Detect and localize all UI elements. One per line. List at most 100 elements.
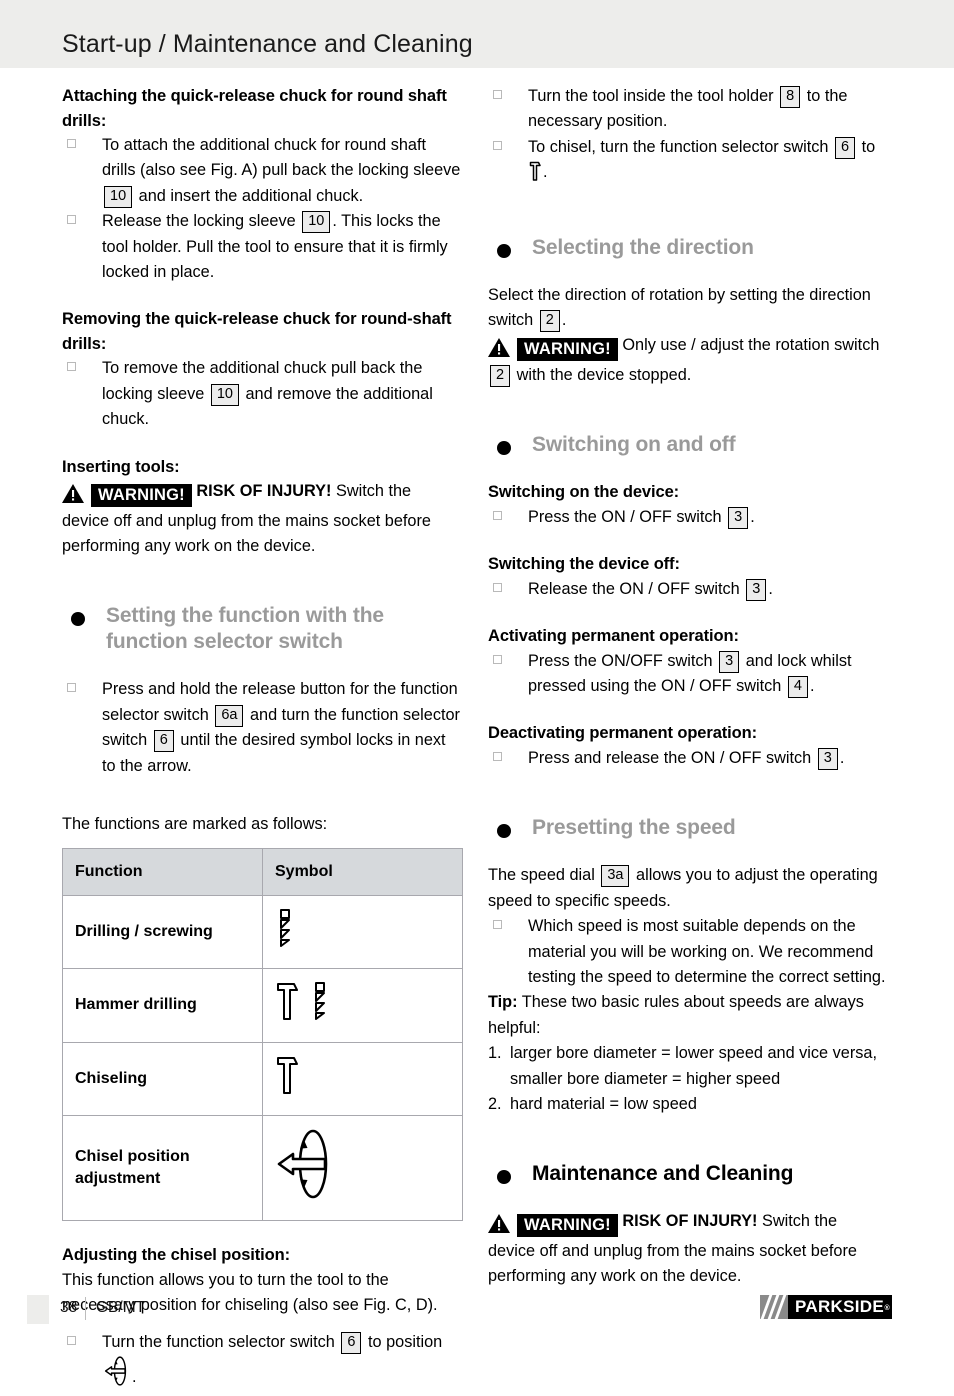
- part-ref-badge: 3: [817, 747, 838, 770]
- square-bullet-icon: [67, 683, 76, 693]
- part-ref-badge: 3: [728, 506, 749, 529]
- rule-number: 1.: [488, 1044, 502, 1063]
- square-bullet-icon: [493, 751, 502, 761]
- list-item: Release the locking sleeve 10. This lock…: [62, 209, 462, 285]
- switching-off-list: Release the ON / OFF switch 3.: [488, 577, 888, 602]
- warning-triangle-icon: [62, 484, 84, 504]
- table-cell-function: Chiseling: [62, 1041, 263, 1117]
- part-ref-badge: 3: [719, 650, 740, 673]
- chisel-icon: [528, 160, 543, 190]
- inserting-tools-heading: Inserting tools:: [62, 457, 180, 476]
- list-item: Press and release the ON / OFF switch 3.: [488, 746, 888, 771]
- table-cell-symbol: [262, 968, 463, 1043]
- table-header-function: Function: [62, 848, 263, 896]
- page-title: Start-up / Maintenance and Cleaning: [62, 30, 473, 58]
- part-ref-badge: 6a: [215, 704, 244, 727]
- square-bullet-icon: [67, 215, 76, 225]
- rule-text: larger bore diameter = lower speed and v…: [510, 1044, 877, 1088]
- list-item: Press the ON / OFF switch 3.: [488, 505, 888, 530]
- adjusting-chisel-heading: Adjusting the chisel position:: [62, 1246, 291, 1265]
- square-bullet-icon: [493, 90, 502, 99]
- table-cell-symbol: [262, 894, 463, 970]
- tip-label: Tip:: [488, 993, 518, 1012]
- tool-position-list: Turn the tool inside the tool holder 8 t…: [488, 84, 888, 191]
- list-item-text-a: Release the locking sleeve: [102, 212, 296, 231]
- speed-list: Which speed is most suitable depends on …: [488, 914, 888, 990]
- square-bullet-icon: [67, 362, 76, 372]
- table-row: Chiseling: [62, 1041, 463, 1117]
- parkside-logo: PARKSIDE ®: [760, 1295, 892, 1319]
- left-column: Attaching the quick-release chuck for ro…: [62, 84, 463, 1396]
- drill-bit-icon: [275, 906, 297, 958]
- section-switching-on-and-off: Switching on and off: [488, 432, 888, 458]
- part-ref-badge: 2: [539, 310, 560, 333]
- drill-bit-icon: [310, 979, 332, 1031]
- list-item-text-c: .: [543, 163, 548, 182]
- warning-label: WARNING!: [91, 484, 192, 508]
- section-heading-text: Setting the function with the function s…: [106, 604, 384, 654]
- list-item: 2. hard material = low speed: [488, 1092, 888, 1117]
- registered-mark: ®: [884, 1305, 890, 1312]
- footer-swatch: [27, 1295, 49, 1324]
- list-item: Press the ON/OFF switch 3 and lock whils…: [488, 649, 888, 700]
- square-bullet-icon: [493, 654, 502, 664]
- list-item: Which speed is most suitable depends on …: [488, 914, 888, 990]
- switching-on-heading: Switching on the device:: [488, 483, 680, 502]
- section-heading-text: Maintenance and Cleaning: [532, 1162, 794, 1186]
- table-cell-function: Drilling / screwing: [62, 894, 263, 970]
- function-selector-list: Press and hold the release button for th…: [62, 677, 462, 779]
- activating-permanent-heading: Activating permanent operation:: [488, 627, 739, 646]
- list-item-text-c: .: [132, 1368, 137, 1387]
- logo-text: PARKSIDE: [795, 1297, 884, 1316]
- warning-badge: WARNING!: [62, 483, 192, 508]
- list-item-text-a: Press the ON/OFF switch: [528, 651, 713, 670]
- table-header-symbol: Symbol: [262, 848, 463, 896]
- part-ref-badge: 6: [153, 730, 174, 753]
- list-item-text-a: To attach the additional chuck for round…: [102, 136, 461, 180]
- direction-text-b: .: [561, 311, 567, 330]
- attaching-chuck-heading: Attaching the quick-release chuck for ro…: [62, 87, 447, 130]
- list-item-text-b: to position: [368, 1332, 443, 1351]
- list-item-text-a: Press the ON / OFF switch: [528, 507, 722, 526]
- removing-chuck-heading: Removing the quick-release chuck for rou…: [62, 310, 452, 353]
- warning-triangle-icon: [488, 338, 510, 358]
- logo-slashes-icon: [760, 1295, 788, 1319]
- right-column: Turn the tool inside the tool holder 8 t…: [488, 84, 888, 1290]
- tip-paragraph: Tip: These two basic rules about speeds …: [488, 990, 888, 1041]
- chisel-rotation-icon: [102, 1355, 132, 1395]
- list-item: To attach the additional chuck for round…: [62, 133, 462, 209]
- attaching-chuck-list: To attach the additional chuck for round…: [62, 133, 462, 285]
- part-ref-badge: 3: [746, 578, 767, 601]
- direction-warning: WARNING! Only use / adjust the rotation …: [488, 333, 888, 388]
- section-heading-text: Selecting the direction: [532, 235, 754, 259]
- list-item: 1. larger bore diameter = lower speed an…: [488, 1041, 888, 1092]
- section-bullet-icon: [497, 824, 511, 839]
- list-item: Release the ON / OFF switch 3.: [488, 577, 888, 602]
- warning-label: WARNING!: [517, 1214, 618, 1238]
- chisel-icon: [275, 1053, 301, 1105]
- table-intro-text: The functions are marked as follows:: [62, 815, 328, 833]
- square-bullet-icon: [493, 510, 502, 520]
- rule-number: 2.: [488, 1094, 502, 1113]
- list-item-text-b: .: [768, 579, 773, 598]
- deactivating-permanent-list: Press and release the ON / OFF switch 3.: [488, 746, 888, 771]
- section-bullet-icon: [71, 612, 85, 627]
- chisel-rotation-icon: [275, 1126, 337, 1210]
- list-item-text-c: .: [809, 676, 815, 695]
- switching-off-heading: Switching the device off:: [488, 555, 680, 574]
- rule-text: hard material = low speed: [510, 1094, 697, 1113]
- warning-strong-text: RISK OF INJURY!: [196, 482, 332, 501]
- part-ref-badge: 8: [780, 86, 801, 108]
- list-item-text-a: Turn the function selector switch: [102, 1332, 335, 1351]
- section-bullet-icon: [497, 243, 511, 258]
- list-item-text-a: Press and release the ON / OFF switch: [528, 748, 812, 767]
- tip-text: These two basic rules about speeds are a…: [488, 993, 864, 1037]
- list-item: Turn the function selector switch 6 to p…: [62, 1330, 462, 1396]
- part-ref-badge: 10: [302, 211, 331, 234]
- chisel-icon: [275, 979, 301, 1031]
- page-footer: 38 GB/MT PARKSIDE ®: [0, 1293, 954, 1333]
- square-bullet-icon: [67, 139, 76, 148]
- part-ref-badge: 6: [341, 1331, 362, 1354]
- section-maintenance-and-cleaning: Maintenance and Cleaning: [488, 1161, 888, 1187]
- logo-wordmark: PARKSIDE ®: [788, 1295, 892, 1319]
